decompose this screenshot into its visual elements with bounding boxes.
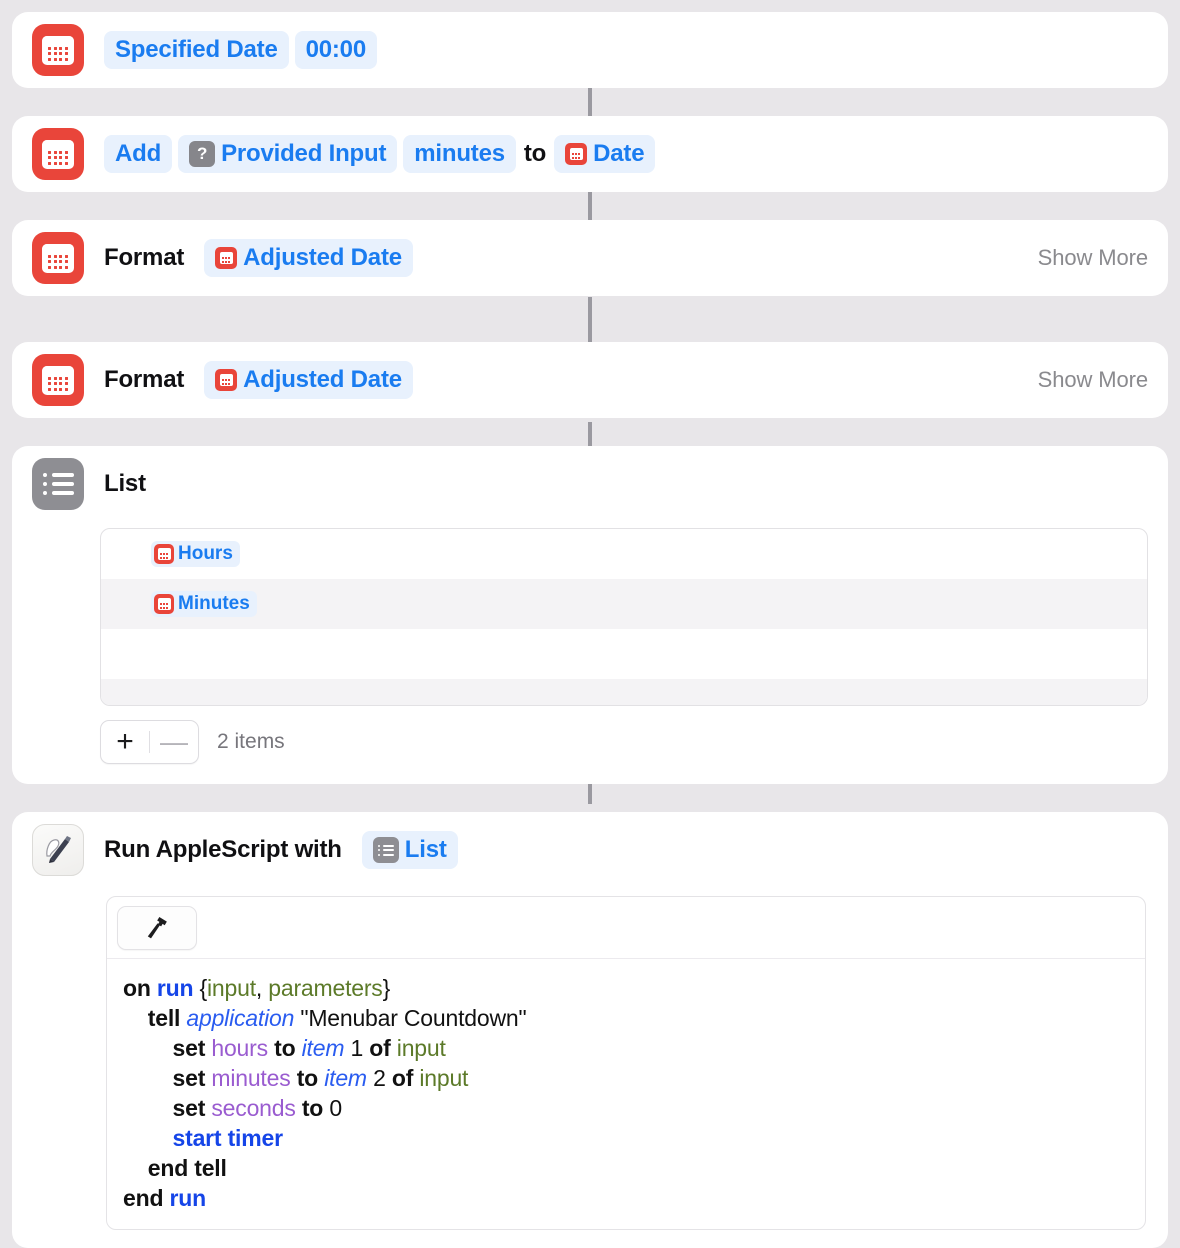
list-item-label: Minutes	[178, 593, 250, 614]
token-variable-minutes[interactable]: Minutes	[151, 591, 257, 617]
token-provided-input-label: Provided Input	[221, 140, 387, 167]
token-variable-adjusted-date[interactable]: Adjusted Date	[204, 361, 413, 399]
action-card-list[interactable]: List Hours Minutes + — 2 items	[12, 446, 1168, 784]
list-item-label: Hours	[178, 543, 233, 564]
add-item-button[interactable]: +	[101, 721, 149, 763]
action-tokens: List	[361, 831, 458, 869]
calendar-icon	[32, 24, 84, 76]
token-variable-adjusted-date[interactable]: Adjusted Date	[204, 239, 413, 277]
remove-item-button[interactable]: —	[150, 721, 198, 763]
applescript-code[interactable]: on run {input, parameters} tell applicat…	[107, 959, 1145, 1229]
action-tokens: Add ? Provided Input minutes to Date	[104, 135, 656, 173]
token-variable-date[interactable]: Date	[554, 135, 656, 173]
action-card-run-applescript[interactable]: Run AppleScript with List on run {input,…	[12, 812, 1168, 1248]
action-title: Format	[104, 366, 185, 393]
token-provided-input[interactable]: ? Provided Input	[178, 135, 398, 173]
list-item-count: 2 items	[217, 730, 285, 753]
list-stepper[interactable]: + —	[100, 720, 199, 764]
action-card-adjust-date[interactable]: Add ? Provided Input minutes to Date	[12, 116, 1168, 192]
list-item-empty[interactable]	[101, 629, 1147, 679]
action-title: List	[104, 470, 146, 497]
script-editor-icon	[32, 824, 84, 876]
token-variable-date-label: Date	[593, 140, 645, 167]
list-item-partial[interactable]	[101, 679, 1147, 705]
token-word-to: to	[523, 140, 547, 167]
action-tokens: Adjusted Date	[204, 239, 413, 277]
list-icon	[372, 837, 399, 863]
connector-3	[588, 297, 592, 347]
action-card-specified-date[interactable]: Specified Date 00:00	[12, 12, 1168, 88]
calendar-icon	[154, 544, 174, 564]
token-variable-adjusted-date-label: Adjusted Date	[243, 366, 402, 393]
list-icon	[32, 458, 84, 510]
action-title: Format	[104, 244, 185, 271]
hammer-icon	[147, 916, 167, 938]
calendar-icon	[32, 128, 84, 180]
calendar-icon	[154, 594, 174, 614]
token-variable-hours[interactable]: Hours	[151, 541, 240, 567]
applescript-editor-panel[interactable]: on run {input, parameters} tell applicat…	[106, 896, 1146, 1230]
question-mark-icon: ?	[189, 141, 216, 167]
action-card-format-date-2[interactable]: Format Adjusted Date Show More	[12, 342, 1168, 418]
calendar-icon	[215, 247, 238, 269]
show-more-button[interactable]: Show More	[1038, 367, 1148, 393]
token-variable-list[interactable]: List	[361, 831, 458, 869]
token-time-value[interactable]: 00:00	[294, 31, 377, 69]
shortcut-flow: Specified Date 00:00 Add ? Provided Inpu…	[0, 0, 1180, 1248]
calendar-icon	[32, 354, 84, 406]
action-tokens: Specified Date 00:00	[104, 31, 377, 69]
list-item[interactable]: Hours	[101, 529, 1147, 579]
show-more-button[interactable]: Show More	[1038, 245, 1148, 271]
list-item[interactable]: Minutes	[101, 579, 1147, 629]
list-items-panel[interactable]: Hours Minutes	[100, 528, 1148, 706]
compile-button[interactable]	[117, 905, 197, 950]
calendar-icon	[565, 143, 588, 165]
token-unit-minutes[interactable]: minutes	[403, 135, 516, 173]
calendar-icon	[215, 369, 238, 391]
editor-toolbar	[107, 897, 1145, 959]
action-card-format-date-1[interactable]: Format Adjusted Date Show More	[12, 220, 1168, 296]
calendar-icon	[32, 232, 84, 284]
token-variable-list-label: List	[404, 836, 447, 863]
token-variable-adjusted-date-label: Adjusted Date	[243, 244, 402, 271]
token-add[interactable]: Add	[104, 135, 173, 173]
list-stepper-row: + — 2 items	[100, 720, 1168, 764]
action-title: Run AppleScript with	[104, 836, 342, 863]
token-specified-date[interactable]: Specified Date	[104, 31, 289, 69]
action-tokens: Adjusted Date	[204, 361, 413, 399]
